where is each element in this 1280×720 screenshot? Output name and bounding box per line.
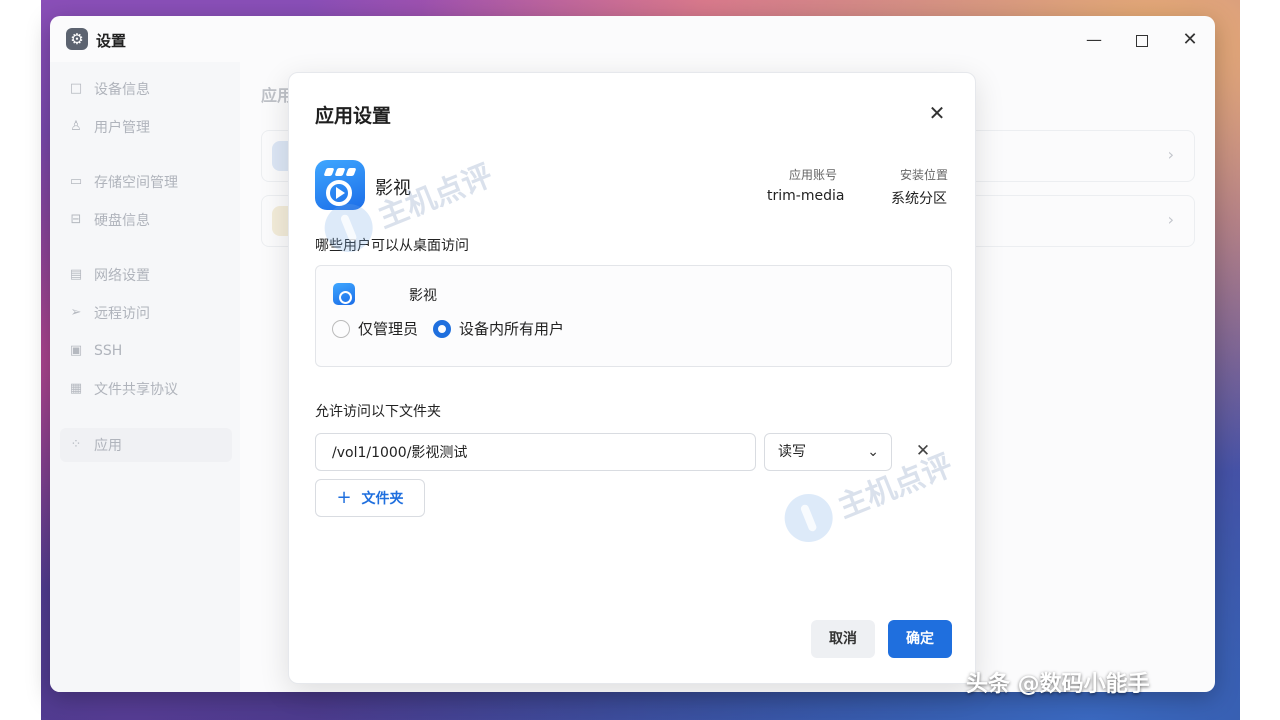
app-name: 影视 — [409, 288, 437, 304]
account-label: 应用账号 — [789, 168, 838, 182]
sidebar-item-disks[interactable]: ⊟ 硬盘信息 — [60, 203, 232, 237]
close-window-button[interactable]: ✕ — [1176, 26, 1204, 54]
folder-path-input[interactable] — [315, 433, 756, 471]
sidebar-item-network[interactable]: ▤ 网络设置 — [60, 258, 232, 292]
app-name: 影视 — [375, 178, 411, 199]
sidebar-item-label: 设备信息 — [94, 82, 150, 98]
sidebar-item-apps[interactable]: ⁘ 应用 — [60, 428, 232, 462]
add-folder-label: 文件夹 — [361, 491, 404, 507]
chevron-down-icon: ⌄ — [867, 444, 879, 460]
remove-folder-icon[interactable]: ✕ — [913, 439, 933, 463]
sidebar-item-file-sharing[interactable]: ▦ 文件共享协议 — [60, 372, 232, 406]
window-title: 设置 — [96, 32, 127, 50]
radio-label: 设备内所有用户 — [459, 320, 565, 338]
network-icon: ▤ — [69, 267, 83, 282]
radio-checked-icon — [433, 319, 451, 338]
account-value: trim-media — [767, 188, 845, 204]
sidebar-item-device-info[interactable]: □ 设备信息 — [60, 72, 232, 106]
sidebar: □ 设备信息 ♙ 用户管理 ▭ 存储空间管理 ⊟ 硬盘信息 ▤ 网络设置 ➢ 远… — [50, 62, 240, 692]
device-icon: □ — [69, 81, 83, 96]
location-label: 安装位置 — [900, 168, 949, 182]
cancel-button[interactable]: 取消 — [811, 620, 875, 658]
permission-value: 读写 — [778, 444, 806, 460]
sidebar-item-label: 文件共享协议 — [94, 382, 178, 398]
sidebar-item-label: 应用 — [94, 438, 122, 454]
right-margin — [1240, 0, 1280, 720]
app-settings-dialog: 应用设置 ✕ 影视 应用账号 trim-media 安装位置 系统分区 哪些用户… — [288, 72, 976, 684]
chevron-right-icon: › — [1167, 145, 1174, 164]
maximize-button[interactable] — [1128, 26, 1156, 54]
minimize-button[interactable]: — — [1080, 26, 1108, 54]
disk-icon: ⊟ — [70, 212, 82, 227]
close-icon[interactable]: ✕ — [925, 101, 949, 125]
document-icon: ▦ — [69, 381, 83, 396]
left-margin — [0, 0, 41, 720]
maximize-icon — [1136, 34, 1148, 47]
sidebar-item-users[interactable]: ♙ 用户管理 — [60, 110, 232, 144]
radio-all-users[interactable]: 设备内所有用户 — [433, 318, 564, 339]
video-app-icon — [315, 160, 365, 210]
video-app-icon — [333, 283, 355, 305]
sidebar-item-label: 硬盘信息 — [94, 213, 150, 229]
source-credit: 头条 @数码小能手 — [966, 672, 1150, 697]
confirm-button[interactable]: 确定 — [888, 620, 952, 658]
title-bar: ⚙ 设置 — ✕ — [50, 16, 1215, 62]
gear-icon: ⚙ — [66, 28, 88, 50]
sidebar-item-label: 用户管理 — [94, 120, 150, 136]
plus-icon: + — [336, 487, 352, 508]
sidebar-item-label: 远程访问 — [94, 306, 150, 322]
radio-admin-only[interactable]: 仅管理员 — [332, 318, 418, 339]
sidebar-item-label: 网络设置 — [94, 268, 150, 284]
access-options-box: 影视 仅管理员 设备内所有用户 — [315, 265, 952, 367]
radio-label: 仅管理员 — [358, 320, 419, 338]
sidebar-item-label: SSH — [94, 343, 123, 359]
location-value: 系统分区 — [891, 191, 947, 207]
chevron-right-icon: › — [1167, 210, 1174, 229]
permission-select[interactable]: 读写 ⌄ — [764, 433, 892, 471]
access-section-label: 哪些用户可以从桌面访问 — [315, 238, 469, 254]
dialog-title: 应用设置 — [315, 105, 392, 127]
radio-unchecked-icon — [332, 319, 350, 338]
sidebar-item-storage[interactable]: ▭ 存储空间管理 — [60, 165, 232, 199]
terminal-icon: ▣ — [69, 343, 83, 358]
sidebar-item-ssh[interactable]: ▣ SSH — [60, 334, 232, 368]
send-icon: ➢ — [70, 305, 82, 320]
folders-section-label: 允许访问以下文件夹 — [315, 404, 441, 420]
storage-icon: ▭ — [69, 174, 83, 189]
sidebar-item-label: 存储空间管理 — [94, 175, 178, 191]
add-folder-button[interactable]: + 文件夹 — [315, 479, 425, 517]
apps-grid-icon: ⁘ — [70, 437, 82, 452]
sidebar-item-remote-access[interactable]: ➢ 远程访问 — [60, 296, 232, 330]
user-icon: ♙ — [70, 119, 82, 134]
